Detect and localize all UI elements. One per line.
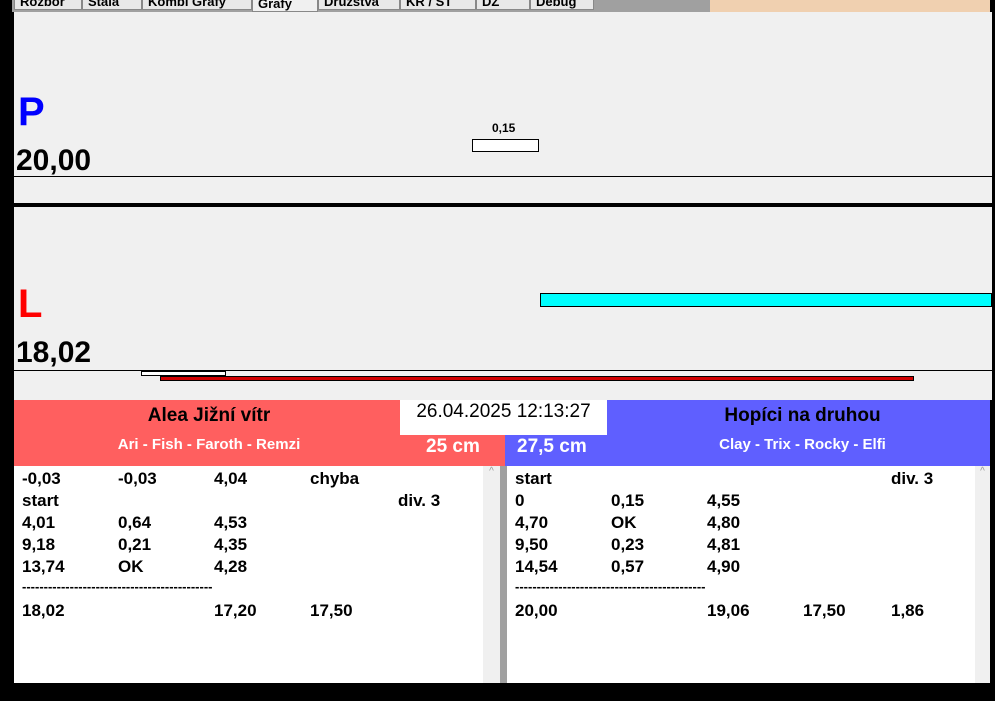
cell: -0,03	[22, 469, 61, 488]
cell: 17,50	[803, 601, 846, 620]
list-row: 4,70 OK 4,80	[507, 513, 975, 535]
cell: 4,04	[214, 469, 248, 488]
top-lane-score: 20,00	[16, 144, 92, 177]
top-lane-letter: P	[18, 90, 45, 134]
cell: 9,18	[22, 535, 56, 554]
separator: ----------------------------------------…	[515, 579, 706, 594]
cell: 9,50	[515, 535, 549, 554]
cell: 17,50	[310, 601, 353, 620]
right-results-list[interactable]: start div. 3 0 0,15 4,55 4,70 OK 4,80 9,50 0,23 4,…	[507, 466, 975, 683]
cell: 0,57	[611, 557, 645, 576]
list-row: -0,03 -0,03 4,04 chyba	[14, 469, 483, 491]
list-row: 14,54 0,57 4,90	[507, 557, 975, 579]
graph-panel: P 20,00 0,15 L 18,02	[12, 12, 992, 400]
cyan-bar	[540, 293, 992, 307]
marker-box	[472, 139, 539, 152]
scoreboard: Alea Jižní vítr Ari - Fish - Faroth - Re…	[14, 400, 990, 466]
cell: 13,74	[22, 557, 65, 576]
bottom-lane-score: 18,02	[16, 336, 92, 369]
cell: 0	[515, 491, 525, 510]
tab-kr-st[interactable]: KR / ST	[400, 0, 476, 10]
header-spacer	[710, 0, 990, 12]
cell: -0,03	[118, 469, 157, 488]
cell: 18,02	[22, 601, 65, 620]
tab-grafy[interactable]: Grafy	[252, 0, 318, 12]
top-baseline	[14, 176, 992, 177]
cell: 4,90	[707, 557, 741, 576]
left-results-list[interactable]: -0,03 -0,03 4,04 chyba start div. 3 4,01 0,64 4,…	[14, 466, 483, 683]
left-team-name: Alea Jižní vítr	[147, 405, 271, 426]
cell: 4,35	[214, 535, 248, 554]
right-scrollbar[interactable]: ^	[975, 466, 990, 683]
cell: 14,54	[515, 557, 558, 576]
total-row: 18,02 17,20 17,50	[14, 601, 483, 623]
list-row: start div. 3	[14, 491, 483, 513]
lane-divider	[14, 203, 992, 207]
separator: ----------------------------------------…	[22, 579, 213, 594]
cell: 20,00	[515, 601, 558, 620]
cell: 17,20	[214, 601, 257, 620]
cell: 4,80	[707, 513, 741, 532]
cell: 0,15	[611, 491, 645, 510]
left-team-distance: 25 cm	[426, 436, 480, 457]
list-row: start div. 3	[507, 469, 975, 491]
total-row: 20,00 19,06 17,50 1,86	[507, 601, 975, 623]
cell: 4,70	[515, 513, 549, 532]
cell: div. 3	[398, 491, 441, 510]
tab-dz[interactable]: DZ	[476, 0, 530, 10]
cell: 4,53	[214, 513, 248, 532]
right-team-players: Clay - Trix - Rocky - Elfi	[719, 436, 886, 453]
tab-debug[interactable]: Debug	[530, 0, 594, 10]
list-row: 13,74 OK 4,28	[14, 557, 483, 579]
tab-stala[interactable]: Stála	[82, 0, 142, 10]
cell: 1,86	[891, 601, 925, 620]
tab-rozbor[interactable]: Rozbor	[14, 0, 82, 10]
cell: start	[22, 491, 59, 510]
cell: 4,55	[707, 491, 741, 510]
marker-label: 0,15	[492, 121, 516, 135]
cell: 4,01	[22, 513, 56, 532]
left-team-players: Ari - Fish - Faroth - Remzi	[117, 436, 301, 453]
bottom-lane-letter: L	[18, 282, 43, 326]
cell: OK	[611, 513, 637, 532]
cell: 4,81	[707, 535, 741, 554]
left-scrollbar[interactable]: ^	[483, 466, 500, 683]
list-divider	[500, 466, 507, 683]
list-row: 4,01 0,64 4,53	[14, 513, 483, 535]
right-team-name: Hopíci na druhou	[724, 405, 881, 426]
cell: OK	[118, 557, 144, 576]
tab-druzstva[interactable]: Družstva	[318, 0, 400, 10]
cell: 0,21	[118, 535, 152, 554]
cell: chyba	[310, 469, 360, 488]
tab-kombi-grafy[interactable]: Kombi Grafy	[142, 0, 252, 10]
list-row: 9,18 0,21 4,35	[14, 535, 483, 557]
cell: start	[515, 469, 552, 488]
cell: 4,28	[214, 557, 248, 576]
red-bar	[160, 376, 914, 381]
cell: 0,23	[611, 535, 645, 554]
list-row: 9,50 0,23 4,81	[507, 535, 975, 557]
cell: div. 3	[891, 469, 934, 488]
cell: 0,64	[118, 513, 152, 532]
cell: 19,06	[707, 601, 750, 620]
datetime: 26.04.2025 12:13:27	[400, 400, 607, 435]
list-row: 0 0,15 4,55	[507, 491, 975, 513]
right-team-distance: 27,5 cm	[517, 436, 587, 457]
